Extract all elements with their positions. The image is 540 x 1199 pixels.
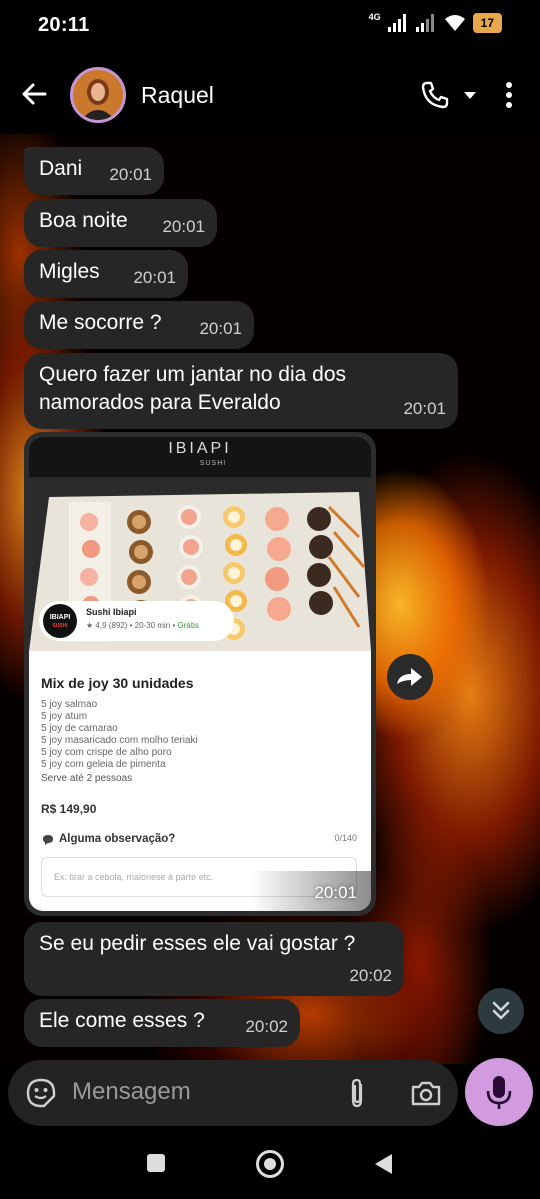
signal-icon-secondary — [415, 14, 434, 32]
observation-placeholder: Ex: tirar a cebola, maionese à parte etc… — [54, 872, 214, 882]
ingredient-line: 5 joy atum — [41, 711, 88, 722]
message-time: 20:01 — [314, 883, 357, 902]
shop-logo: IBIAPI SUSHI — [43, 604, 77, 638]
image-message[interactable]: IBIAPI SUSHI IBIAPI SUSHI Sushi Ibiapi ★… — [24, 432, 376, 916]
photo-sign: IBIAPI — [168, 440, 231, 457]
microphone-icon — [486, 1076, 512, 1109]
message-bubble[interactable]: Dani 20:01 — [24, 147, 164, 195]
camera-icon[interactable] — [410, 1079, 442, 1107]
shop-logo-sub: SUSHI — [52, 623, 68, 629]
shared-screenshot[interactable]: IBIAPI SUSHI IBIAPI SUSHI Sushi Ibiapi ★… — [29, 437, 371, 911]
sushi-photo: IBIAPI SUSHI IBIAPI SUSHI Sushi Ibiapi ★… — [29, 437, 371, 651]
message-text: Boa noite — [39, 209, 128, 232]
back-arrow-icon[interactable] — [20, 80, 48, 108]
sticker-icon[interactable] — [26, 1078, 56, 1108]
message-time: 20:01 — [403, 399, 446, 418]
wifi-icon — [444, 15, 465, 31]
shop-delivery: Grátis — [177, 621, 199, 630]
forward-icon — [397, 668, 422, 686]
avatar[interactable] — [70, 67, 126, 123]
message-text: Me socorre ? — [39, 311, 162, 334]
shop-rating: ★ 4,9 (892) • 20-30 min • — [86, 621, 178, 630]
network-type: 4G — [368, 12, 381, 22]
shop-meta: ★ 4,9 (892) • 20-30 min • Grátis — [86, 621, 199, 630]
message-text-line: Quero fazer um jantar no dia dos — [39, 363, 347, 386]
message-text: Se eu pedir esses ele vai gostar ? — [39, 932, 356, 955]
back-triangle-icon[interactable] — [372, 1152, 394, 1176]
chat-header: Raquel — [0, 50, 540, 134]
message-bubble[interactable]: Quero fazer um jantar no dia dos namorad… — [24, 353, 458, 429]
more-vertical-icon[interactable] — [498, 80, 520, 110]
paperclip-icon[interactable] — [346, 1077, 368, 1109]
message-time: 20:02 — [349, 966, 392, 985]
observation-count: 0/140 — [334, 833, 357, 843]
message-text: Migles — [39, 260, 100, 283]
message-time: 20:02 — [245, 1017, 288, 1036]
contact-name[interactable]: Raquel — [141, 82, 214, 109]
forward-button[interactable] — [387, 654, 433, 700]
recent-apps-button[interactable] — [147, 1154, 165, 1172]
ingredient-line: 5 joy salmao — [41, 699, 98, 710]
ingredient-line: 5 joy com crispe de alho poro — [41, 747, 172, 758]
ingredient-line: 5 joy masaricado com molho teriaki — [41, 735, 198, 746]
avatar-photo — [73, 70, 123, 120]
battery-indicator: 17 — [472, 13, 502, 33]
product-title: Mix de joy 30 unidades — [41, 675, 194, 691]
message-text: Dani — [39, 157, 83, 180]
shop-name: Sushi Ibiapi — [86, 607, 137, 617]
shop-card: IBIAPI SUSHI Sushi Ibiapi ★ 4,9 (892) • … — [39, 601, 234, 641]
voice-record-button[interactable] — [465, 1058, 533, 1126]
message-bubble[interactable]: Me socorre ? 20:01 — [24, 301, 254, 349]
home-button[interactable] — [256, 1150, 284, 1178]
status-bar: 20:11 4G 17 — [0, 0, 540, 50]
message-time: 20:01 — [133, 268, 176, 287]
message-bubble[interactable]: Se eu pedir esses ele vai gostar ? 20:02 — [24, 922, 404, 996]
message-composer[interactable]: Mensagem — [8, 1060, 458, 1126]
signal-icon — [387, 14, 406, 32]
message-bubble[interactable]: Ele come esses ? 20:02 — [24, 999, 300, 1047]
double-chevron-down-icon — [492, 1001, 510, 1020]
ingredient-line: 5 joy com geleia de pimenta — [41, 759, 166, 770]
photo-sign-sub: SUSHI — [200, 460, 226, 467]
observation-label: Alguma observação? — [59, 833, 176, 845]
caret-down-icon[interactable] — [462, 88, 478, 102]
message-bubble[interactable]: Migles 20:01 — [24, 250, 188, 298]
message-time: 20:01 — [162, 217, 205, 236]
phone-icon[interactable] — [420, 80, 450, 110]
message-input[interactable]: Mensagem — [72, 1078, 191, 1106]
ingredient-line: 5 joy de camarao — [41, 723, 118, 734]
system-nav-bar — [0, 1132, 540, 1199]
message-text-line: namorados para Everaldo — [39, 391, 281, 414]
scroll-to-bottom-button[interactable] — [478, 988, 524, 1034]
shop-logo-text: IBIAPI — [49, 614, 71, 621]
message-text: Ele come esses ? — [39, 1009, 205, 1032]
comment-icon — [43, 835, 53, 845]
status-time: 20:11 — [38, 14, 90, 36]
serves-text: Serve até 2 pessoas — [41, 773, 133, 784]
message-time: 20:01 — [109, 165, 152, 184]
price-text: R$ 149,90 — [41, 802, 97, 816]
status-icons: 4G 17 — [368, 12, 502, 33]
message-time: 20:01 — [199, 319, 242, 338]
message-bubble[interactable]: Boa noite 20:01 — [24, 199, 217, 247]
